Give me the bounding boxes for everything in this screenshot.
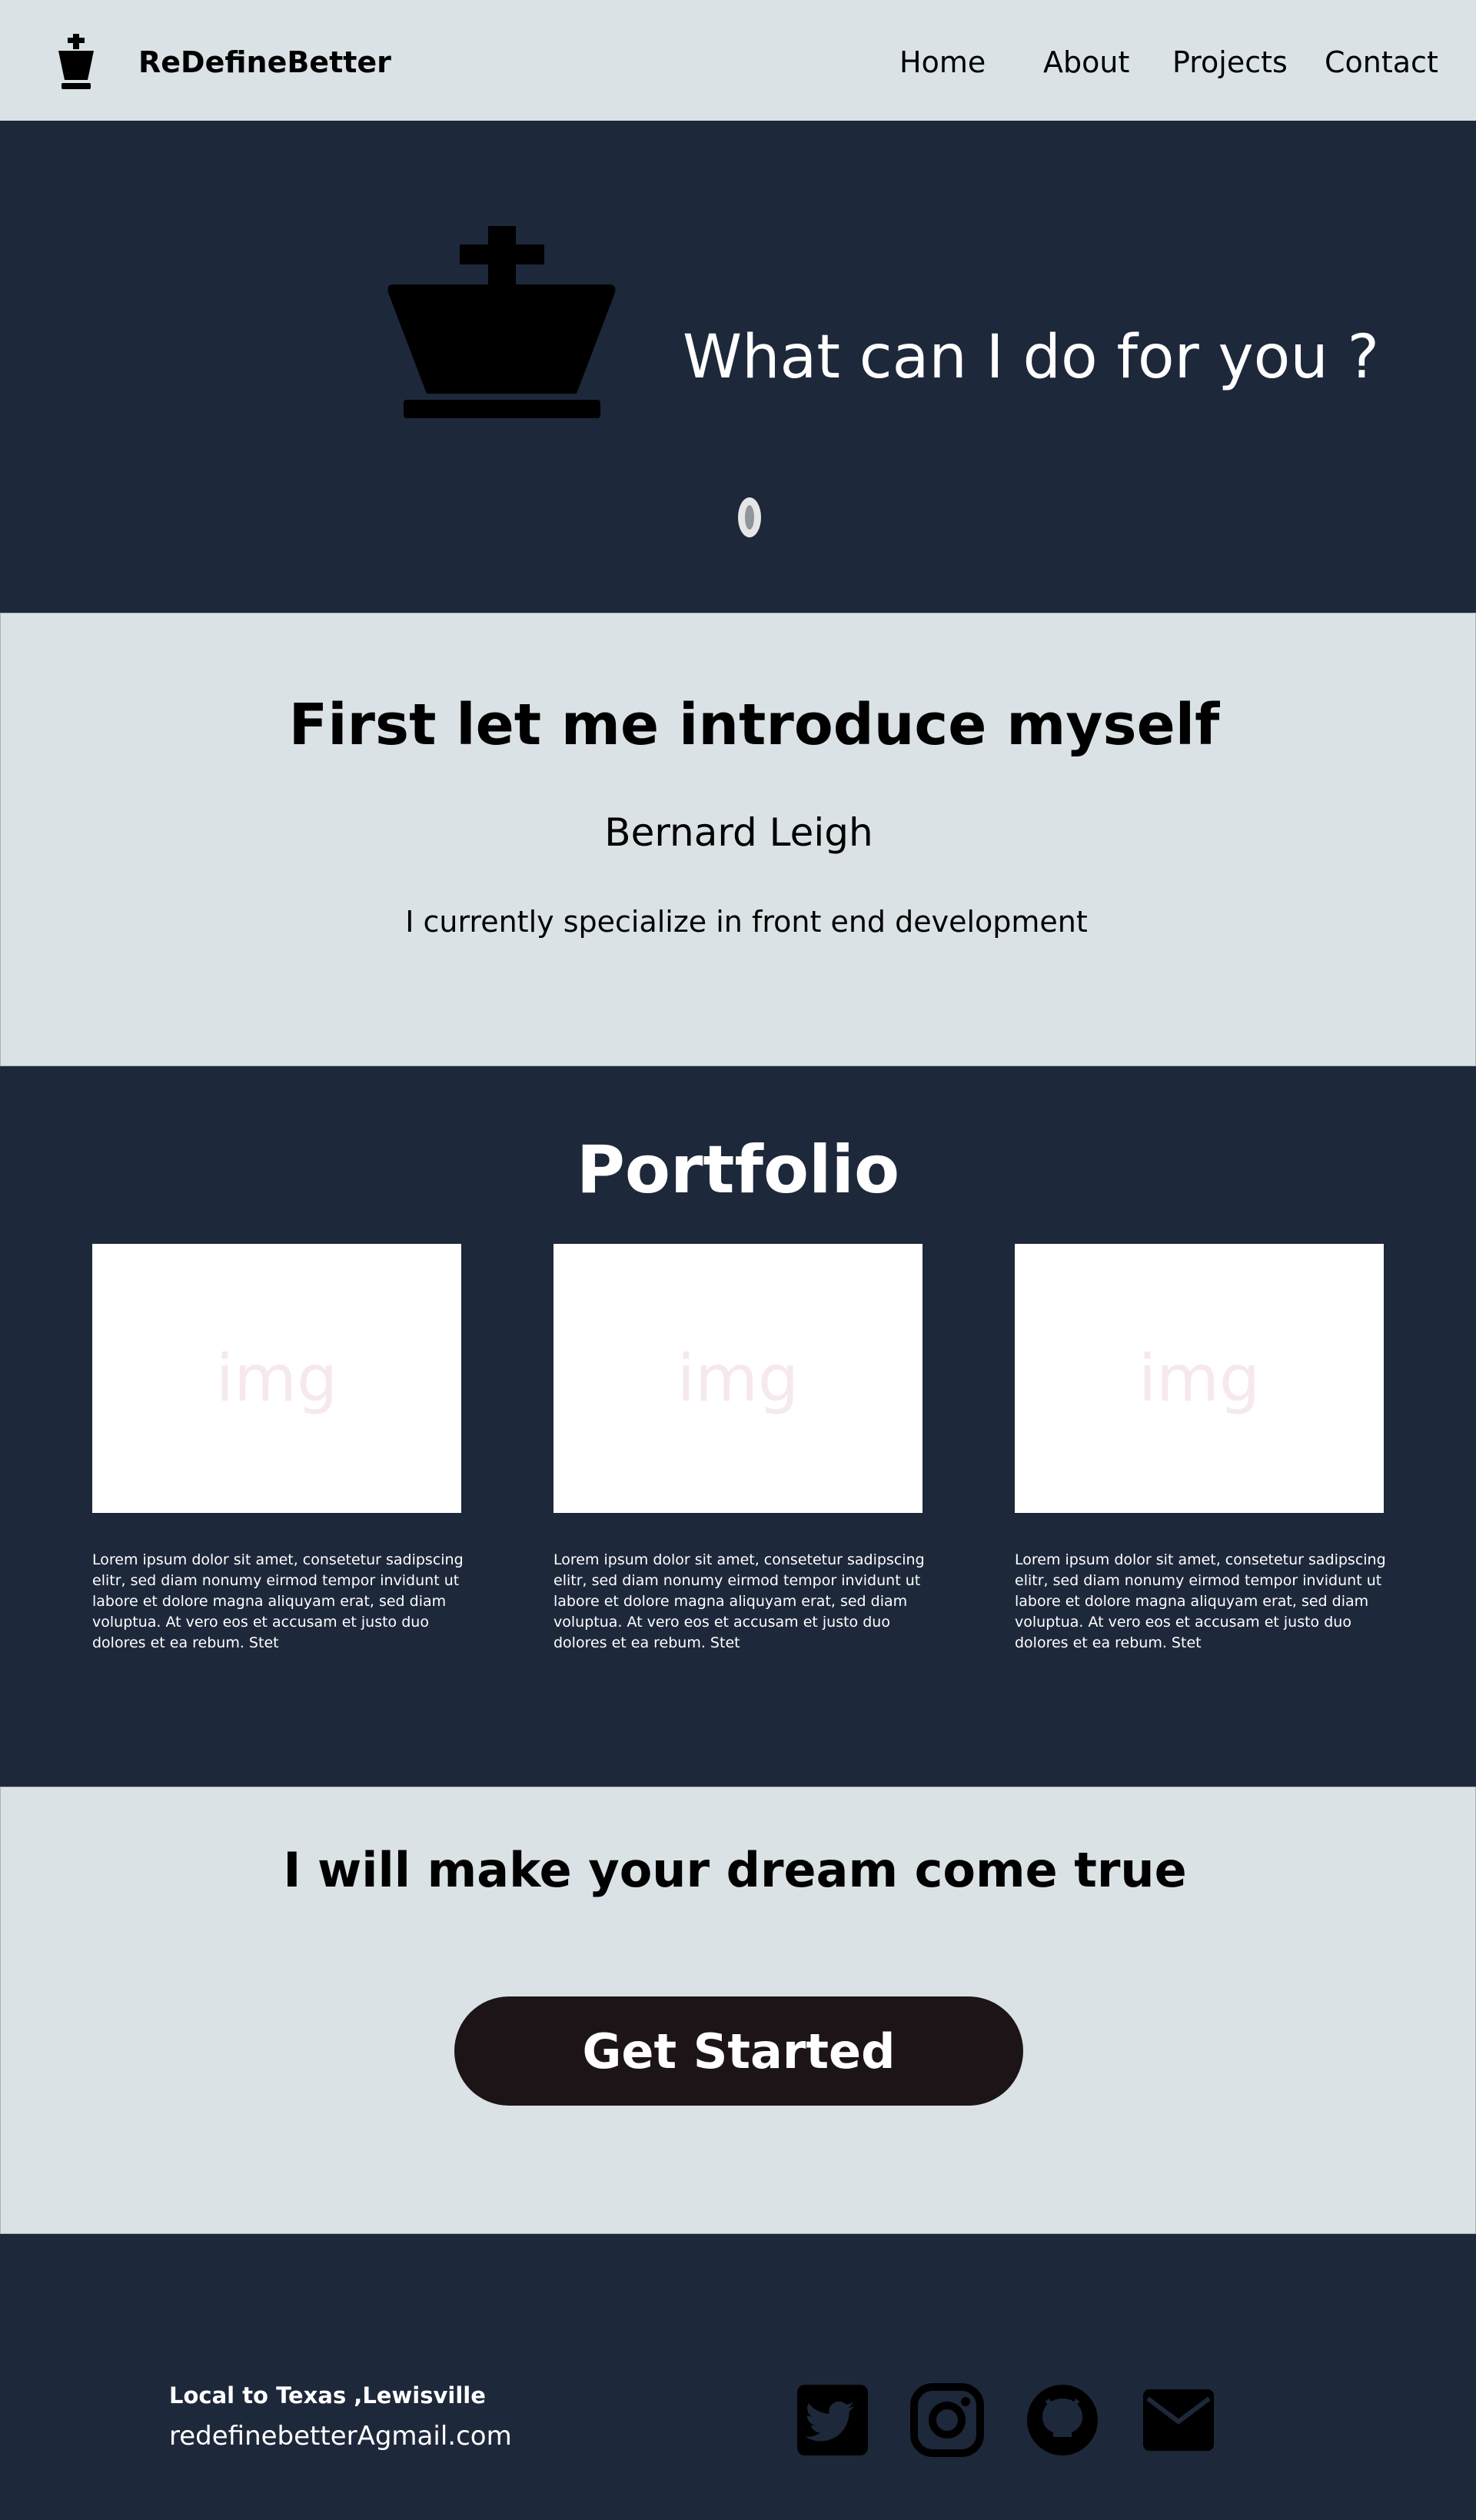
portfolio-section: Portfolio img Lorem ipsum dolor sit amet… [0, 1066, 1476, 1787]
portfolio-image-placeholder[interactable]: img [554, 1244, 922, 1513]
nav-contact[interactable]: Contact [1325, 43, 1438, 81]
portfolio-card-text: Lorem ipsum dolor sit amet, consetetur s… [554, 1551, 925, 1651]
intro-name: Bernard Leigh [604, 810, 873, 855]
portfolio-card[interactable]: img Lorem ipsum dolor sit amet, consetet… [554, 1244, 930, 1654]
nav-home[interactable]: Home [899, 43, 986, 81]
intro-text: I currently specialize in front end deve… [405, 905, 1088, 939]
site-header: ReDefineBetter Home About Projects Conta… [0, 0, 1476, 121]
footer-location: Local to Texas ,Lewisville [169, 2382, 486, 2409]
portfolio-card-text: Lorem ipsum dolor sit amet, consetetur s… [1015, 1551, 1386, 1651]
portfolio-card[interactable]: img Lorem ipsum dolor sit amet, consetet… [1015, 1244, 1391, 1654]
hero-title: What can I do for you ? [683, 323, 1380, 392]
portfolio-card[interactable]: img Lorem ipsum dolor sit amet, consetet… [92, 1244, 469, 1654]
footer-email-link[interactable]: redefinebetterAgmail.com [169, 2419, 512, 2454]
chess-king-icon [387, 226, 616, 418]
site-footer: Local to Texas ,Lewisville redefinebette… [0, 2234, 1476, 2520]
intro-section: First let me introduce myself Bernard Le… [0, 613, 1476, 1066]
portfolio-card-text: Lorem ipsum dolor sit amet, consetetur s… [92, 1551, 464, 1651]
intro-title: First let me introduce myself [288, 692, 1220, 758]
hero-section: What can I do for you ? [0, 121, 1476, 613]
cta-title: I will make your dream come true [283, 1842, 1187, 1898]
nav-projects[interactable]: Projects [1172, 43, 1288, 81]
cta-section: I will make your dream come true Get Sta… [0, 1787, 1476, 2234]
github-icon[interactable] [1026, 2383, 1099, 2457]
mail-icon[interactable] [1142, 2383, 1215, 2457]
brand-name[interactable]: ReDefineBetter [138, 43, 391, 81]
portfolio-title: Portfolio [576, 1132, 900, 1208]
instagram-icon[interactable] [910, 2383, 984, 2457]
portfolio-image-placeholder[interactable]: img [92, 1244, 461, 1513]
twitter-icon[interactable] [796, 2383, 869, 2457]
get-started-button[interactable]: Get Started [454, 1996, 1023, 2106]
scroll-mouse-icon[interactable] [738, 497, 761, 537]
portfolio-image-placeholder[interactable]: img [1015, 1244, 1384, 1513]
chess-king-icon[interactable] [57, 34, 95, 91]
nav-about[interactable]: About [1043, 43, 1129, 81]
